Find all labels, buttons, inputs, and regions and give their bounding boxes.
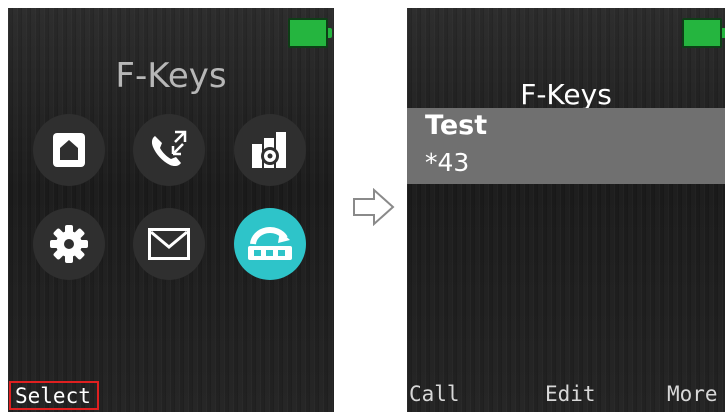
more-softkey[interactable]: More <box>667 382 718 406</box>
menu-screen: F-Keys Select <box>8 8 334 412</box>
menu-title: F-Keys <box>115 56 227 96</box>
edit-softkey[interactable]: Edit <box>545 382 596 406</box>
item-number: *43 <box>425 148 470 177</box>
arrow-right-icon <box>352 187 396 227</box>
battery-icon <box>288 18 332 48</box>
item-name: Test <box>425 110 488 141</box>
gear-icon[interactable] <box>33 208 105 280</box>
mail-icon[interactable] <box>133 208 205 280</box>
call-transfer-icon[interactable] <box>133 114 205 186</box>
list-item[interactable]: Test *43 <box>407 108 725 184</box>
call-softkey[interactable]: Call <box>409 382 460 406</box>
select-softkey[interactable]: Select <box>9 381 99 410</box>
f-keys-list-screen: F-Keys Test *43 Call Edit More <box>407 8 725 412</box>
f-keys-icon[interactable] <box>234 208 306 280</box>
battery-icon <box>682 18 725 48</box>
list-title: F-Keys <box>520 78 612 111</box>
building-settings-icon[interactable] <box>234 114 306 186</box>
home-icon[interactable] <box>33 114 105 186</box>
